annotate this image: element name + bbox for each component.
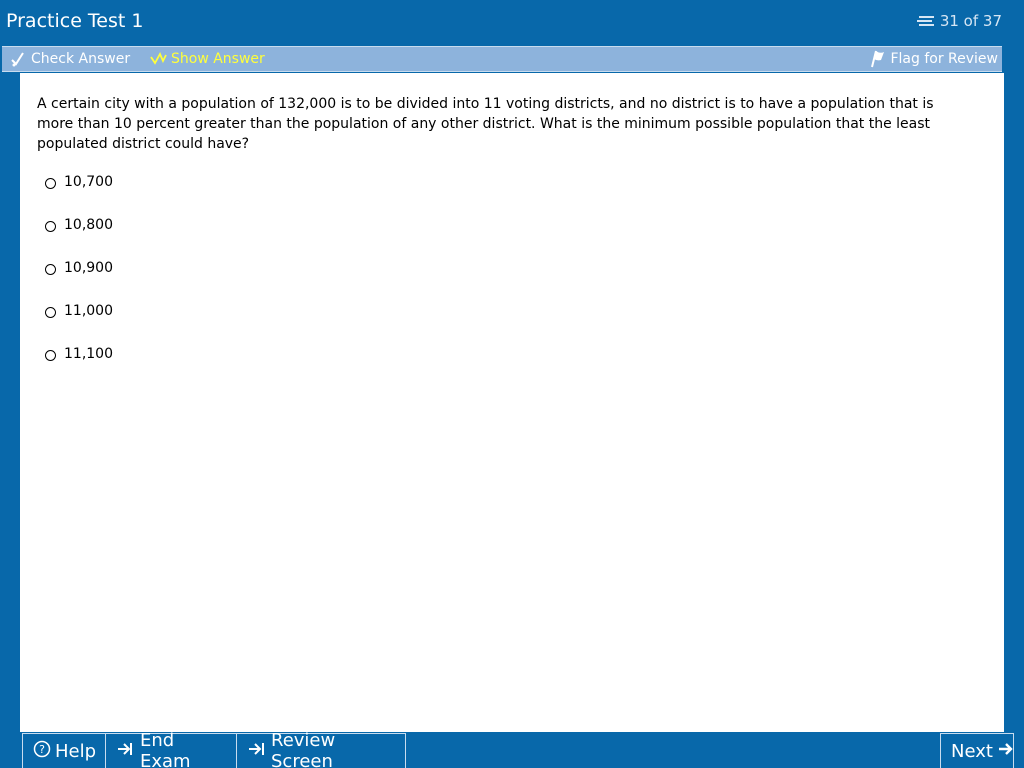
radio-button[interactable]	[45, 307, 56, 318]
answer-option[interactable]: 10,800	[45, 214, 113, 236]
end-exam-button[interactable]: End Exam	[105, 730, 237, 768]
review-arrow-icon	[247, 741, 267, 762]
right-arrow-icon	[997, 741, 1015, 762]
answer-option-label: 10,800	[64, 217, 113, 233]
answer-option-label: 11,100	[64, 346, 113, 362]
check-answer-label: Check Answer	[31, 51, 131, 67]
exam-window: Practice Test 1 31 of 37 Check Answer Sh…	[0, 0, 1024, 768]
question-counter-text: 31 of 37	[939, 12, 1002, 30]
radio-button[interactable]	[45, 221, 56, 232]
question-text: A certain city with a population of 132,…	[37, 96, 934, 152]
help-circle-icon: ?	[33, 740, 51, 763]
page-title: Practice Test 1	[6, 10, 144, 32]
radio-button[interactable]	[45, 264, 56, 275]
answer-option[interactable]: 11,100	[45, 343, 113, 365]
svg-text:?: ?	[39, 743, 45, 756]
answer-option[interactable]: 10,900	[45, 257, 113, 279]
review-screen-button[interactable]: Review Screen	[236, 730, 406, 768]
question-counter: 31 of 37	[916, 12, 1002, 30]
radio-button[interactable]	[45, 350, 56, 361]
check-answer-icon	[8, 49, 28, 69]
answer-toolbar: Check Answer Show Answer Flag for Review	[2, 46, 1002, 72]
answer-option[interactable]: 10,700	[45, 171, 113, 193]
radio-button[interactable]	[45, 178, 56, 189]
answer-option-label: 11,000	[64, 303, 113, 319]
bottom-navigation: ? Help End Exam Review Screen Next	[20, 730, 1024, 768]
help-button[interactable]: ? Help	[22, 733, 106, 768]
check-answer-button[interactable]: Check Answer	[8, 49, 130, 69]
answer-option-label: 10,700	[64, 174, 113, 190]
answer-option-label: 10,900	[64, 260, 113, 276]
flag-icon	[867, 49, 887, 69]
review-screen-label: Review Screen	[271, 730, 336, 768]
show-answer-button[interactable]: Show Answer	[148, 49, 265, 69]
help-label: Help	[55, 740, 97, 762]
answer-option[interactable]: 11,000	[45, 300, 113, 322]
flag-for-review-label: Flag for Review	[890, 51, 998, 67]
next-button[interactable]: Next	[940, 733, 1014, 768]
show-answer-icon	[148, 49, 168, 69]
show-answer-label: Show Answer	[171, 51, 265, 67]
flag-for-review-button[interactable]: Flag for Review	[867, 49, 998, 69]
end-exam-label: End Exam	[140, 730, 191, 768]
next-label: Next	[951, 740, 993, 762]
exit-arrow-icon	[116, 741, 136, 762]
question-panel: A certain city with a population of 132,…	[20, 73, 1004, 732]
title-bar: Practice Test 1 31 of 37	[0, 0, 1024, 44]
pages-stack-icon	[916, 13, 936, 29]
